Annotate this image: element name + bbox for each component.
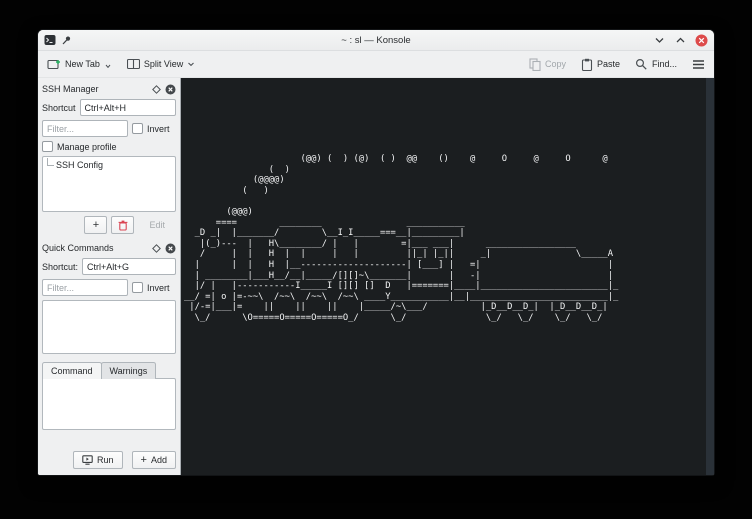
hamburger-icon [692, 59, 705, 70]
ssh-manager-header: SSH Manager [42, 81, 176, 97]
find-button[interactable]: Find... [635, 58, 677, 71]
terminal-view[interactable]: (@@) ( ) (@) ( ) @@ () @ O @ O @ ( ) (@@… [180, 78, 714, 475]
trash-icon [118, 220, 128, 231]
qc-invert-checkbox[interactable] [132, 282, 143, 293]
run-icon [82, 455, 93, 465]
paste-button[interactable]: Paste [581, 58, 620, 71]
konsole-window: ~ : sl — Konsole [38, 30, 714, 475]
terminal-scrollbar[interactable] [706, 78, 714, 475]
close-button[interactable] [694, 33, 708, 47]
copy-button[interactable]: Copy [529, 58, 566, 71]
qc-command-editor[interactable] [42, 378, 176, 430]
manage-profile-checkbox[interactable] [42, 141, 53, 152]
split-view-button[interactable]: Split View [127, 58, 195, 70]
find-label: Find... [652, 59, 677, 69]
konsole-app-icon [44, 34, 56, 46]
manage-profile-label: Manage profile [57, 142, 117, 152]
ssh-delete-button[interactable] [111, 216, 134, 234]
quick-commands-title: Quick Commands [42, 243, 114, 253]
close-panel-icon[interactable] [165, 243, 176, 254]
sl-train-ascii-art: (@@) ( ) (@) ( ) @@ () @ O @ O @ ( ) (@@… [184, 154, 618, 324]
ssh-invert-checkbox[interactable] [132, 123, 143, 134]
qc-invert-label: Invert [147, 283, 170, 293]
qc-shortcut-label: Shortcut: [42, 262, 78, 272]
minimize-button[interactable] [652, 33, 666, 47]
maximize-button[interactable] [673, 33, 687, 47]
tab-warnings[interactable]: Warnings [101, 362, 157, 379]
window-title: ~ : sl — Konsole [38, 35, 714, 46]
qc-tabbar: Command Warnings [42, 362, 176, 379]
ssh-shortcut-field[interactable] [80, 99, 176, 116]
titlebar[interactable]: ~ : sl — Konsole [38, 30, 714, 51]
float-panel-icon[interactable] [152, 244, 161, 253]
new-tab-menu-arrow-icon [105, 64, 111, 69]
run-button[interactable]: Run [73, 451, 123, 469]
hamburger-menu-button[interactable] [692, 59, 705, 70]
plus-icon: + [93, 220, 99, 231]
qc-shortcut-field[interactable] [82, 258, 176, 275]
plus-icon: + [141, 455, 147, 466]
close-panel-icon[interactable] [165, 84, 176, 95]
ssh-manager-title: SSH Manager [42, 84, 99, 94]
split-view-icon [127, 58, 140, 70]
copy-label: Copy [545, 59, 566, 69]
add-label: Add [151, 455, 167, 465]
new-tab-icon [47, 58, 61, 70]
chevron-down-icon [187, 60, 195, 68]
ssh-edit-button[interactable]: Edit [138, 216, 176, 234]
add-command-button[interactable]: + Add [132, 451, 176, 469]
tab-command[interactable]: Command [42, 362, 102, 379]
run-label: Run [97, 455, 114, 465]
quick-commands-panel: Quick Commands [42, 239, 176, 469]
ssh-filter-input[interactable] [42, 120, 128, 137]
ssh-config-list[interactable]: SSH Config [42, 156, 176, 212]
new-tab-button[interactable]: New Tab [47, 58, 111, 70]
pin-icon[interactable] [61, 35, 72, 46]
toolbar: New Tab Split View [38, 51, 714, 78]
split-view-label: Split View [144, 59, 183, 69]
quick-commands-header: Quick Commands [42, 240, 176, 256]
ssh-manager-panel: SSH Manager [42, 80, 176, 239]
float-panel-icon[interactable] [152, 85, 161, 94]
ssh-config-tree-item[interactable]: SSH Config [43, 157, 175, 170]
paste-label: Paste [597, 59, 620, 69]
qc-command-list[interactable] [42, 300, 176, 354]
new-tab-label: New Tab [65, 59, 100, 69]
ssh-invert-label: Invert [147, 124, 170, 134]
sidebar: SSH Manager [38, 78, 180, 475]
qc-filter-input[interactable] [42, 279, 128, 296]
search-icon [635, 58, 648, 71]
copy-icon [529, 58, 541, 71]
ssh-add-button[interactable]: + [84, 216, 107, 234]
paste-icon [581, 58, 593, 71]
ssh-shortcut-label: Shortcut [42, 103, 76, 113]
